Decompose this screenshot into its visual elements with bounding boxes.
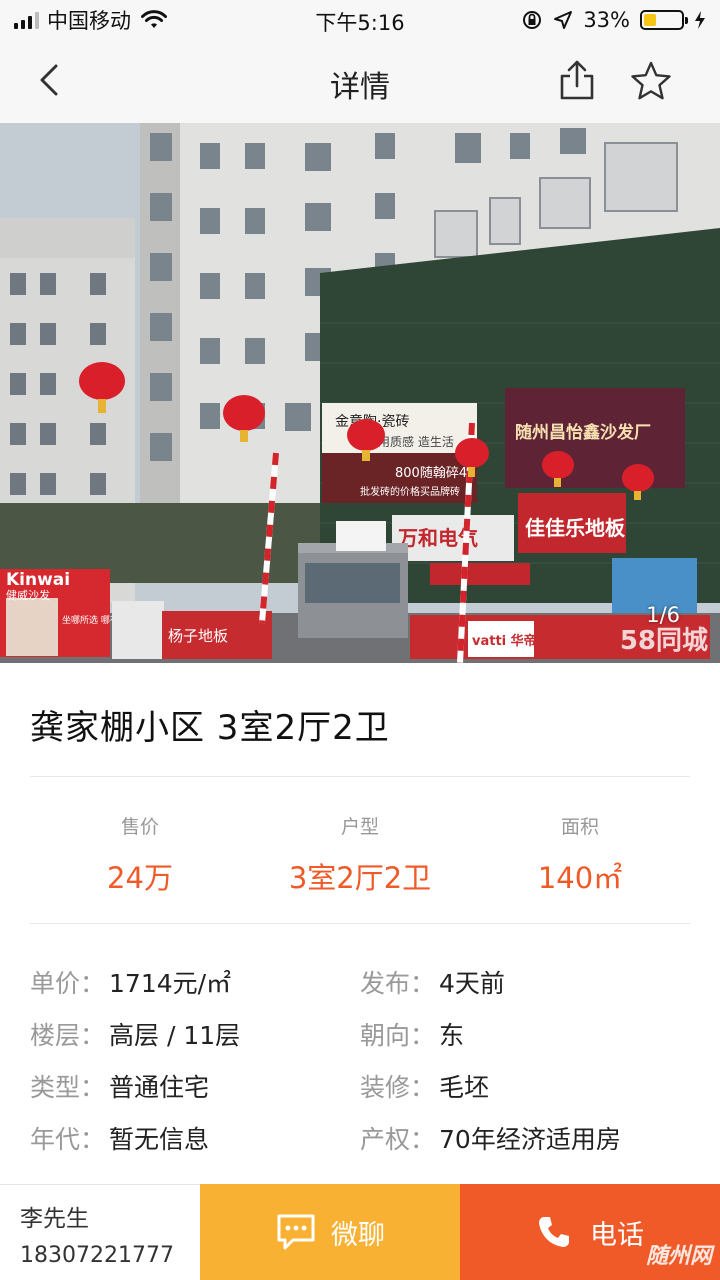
sign-floor-brand: 佳佳乐地板: [525, 516, 626, 540]
sign-sofa-factory: 随州昌怡鑫沙发厂: [515, 422, 651, 443]
location-icon: [554, 11, 573, 29]
stat-value: 3室2厅2卫: [288, 861, 432, 895]
info-key: 朝向：: [360, 1021, 436, 1050]
info-orientation: 朝向：东: [360, 1016, 690, 1052]
info-value: 毛坯: [439, 1073, 490, 1102]
info-key: 产权：: [360, 1125, 436, 1154]
listing-title: 龚家棚小区 3室2厅2卫: [30, 708, 390, 748]
info-value: 高层 / 11层: [109, 1021, 241, 1050]
call-label: 电话: [590, 1219, 644, 1251]
signal-icon: [14, 11, 39, 29]
sign-tile-slogan: 用质感 造生活: [378, 434, 454, 449]
info-value: 4天前: [439, 969, 505, 998]
chat-label: 微聊: [331, 1219, 385, 1251]
listing-photo-gallery[interactable]: 金意陶·瓷砖 用质感 造生活 800随翰碎49 批发砖的价格买品牌砖 随州昌怡鑫…: [0, 123, 720, 663]
info-key: 类型：: [30, 1073, 106, 1102]
stat-label: 户型: [340, 816, 379, 838]
charging-icon: [695, 11, 705, 29]
battery-percent: 33%: [583, 8, 630, 32]
bottom-action-bar: 李先生 18307221777 微聊 电话 随州网: [0, 1184, 720, 1280]
info-value: 普通住宅: [109, 1073, 210, 1102]
info-value: 东: [439, 1021, 465, 1050]
stat-layout: 户型 3室2厅2卫: [250, 812, 470, 897]
photo-watermark: 58同城: [619, 626, 708, 656]
sign-red-store: 杨子地板: [168, 627, 228, 645]
share-icon[interactable]: [556, 58, 598, 102]
info-key: 装修：: [360, 1073, 436, 1102]
stat-label: 售价: [120, 816, 159, 838]
nav-bar: 详情: [0, 40, 720, 123]
info-row: 类型： 普通住宅 装修： 毛坯: [30, 1060, 690, 1112]
info-type: 类型： 普通住宅: [30, 1068, 360, 1104]
phone-icon: [539, 1217, 569, 1247]
listing-photo: 金意陶·瓷砖 用质感 造生活 800随翰碎49 批发砖的价格买品牌砖 随州昌怡鑫…: [0, 123, 720, 663]
info-value: 1714元/㎡: [109, 969, 232, 998]
call-button[interactable]: 电话 随州网: [460, 1184, 720, 1280]
info-published: 发布： 4天前: [360, 964, 690, 1000]
info-key: 单价：: [30, 969, 106, 998]
wifi-icon: [141, 10, 167, 28]
info-year: 年代： 暂无信息: [30, 1120, 360, 1156]
key-stats: 售价 24万 户型 3室2厅2卫 面积 140㎡: [30, 812, 690, 897]
orientation-lock-icon: [523, 11, 542, 29]
stat-label: 面积: [560, 816, 599, 838]
info-decoration: 装修： 毛坯: [360, 1068, 690, 1104]
info-value: 暂无信息: [109, 1125, 210, 1154]
info-key: 楼层：: [30, 1021, 106, 1050]
divider: [30, 923, 690, 924]
stat-value: 24万: [107, 861, 173, 895]
info-value: 70年经济适用房: [439, 1125, 621, 1154]
site-watermark: 随州网: [645, 1244, 712, 1269]
info-row: 年代： 暂无信息 产权： 70年经济适用房: [30, 1112, 690, 1164]
carrier-name: 中国移动: [47, 9, 131, 33]
battery-icon: [640, 10, 688, 30]
info-row: 单价： 1714元/㎡ 发布： 4天前: [30, 956, 690, 1008]
chat-bubble-icon: [277, 1214, 315, 1250]
divider: [30, 776, 690, 777]
contact-name: 李先生: [20, 1206, 89, 1232]
star-icon[interactable]: [630, 60, 672, 102]
info-property-right: 产权： 70年经济适用房: [360, 1120, 690, 1156]
contact-phone: 18307221777: [20, 1243, 174, 1268]
stat-area: 面积 140㎡: [470, 812, 690, 897]
status-bar: 中国移动 下午5:16 33%: [0, 0, 720, 40]
sign-kinwai-sub: 健威沙发: [6, 588, 50, 602]
info-floor: 楼层： 高层 / 11层: [30, 1016, 360, 1052]
info-key: 年代：: [30, 1125, 106, 1154]
sign-kinwai: Kinwai: [6, 570, 70, 590]
stat-value: 140㎡: [537, 861, 623, 895]
battery-level-fill: [644, 14, 656, 26]
info-row: 楼层： 高层 / 11层 朝向：东: [30, 1008, 690, 1060]
sign-tile-note: 批发砖的价格买品牌砖: [360, 485, 460, 498]
sign-vatti: vatti 华帝: [472, 633, 537, 649]
page-title: 详情: [330, 70, 390, 105]
detail-info-grid: 单价： 1714元/㎡ 发布： 4天前 楼层： 高层 / 11层 朝向：东 类型： 普通…: [30, 956, 690, 1164]
sign-tile-phone: 800随翰碎49: [395, 466, 475, 481]
stat-price: 售价 24万: [30, 812, 250, 897]
info-key: 发布：: [360, 969, 436, 998]
info-unit-price: 单价： 1714元/㎡: [30, 964, 360, 1000]
contact-info: 李先生 18307221777: [0, 1184, 200, 1280]
chat-button[interactable]: 微聊: [200, 1184, 460, 1280]
